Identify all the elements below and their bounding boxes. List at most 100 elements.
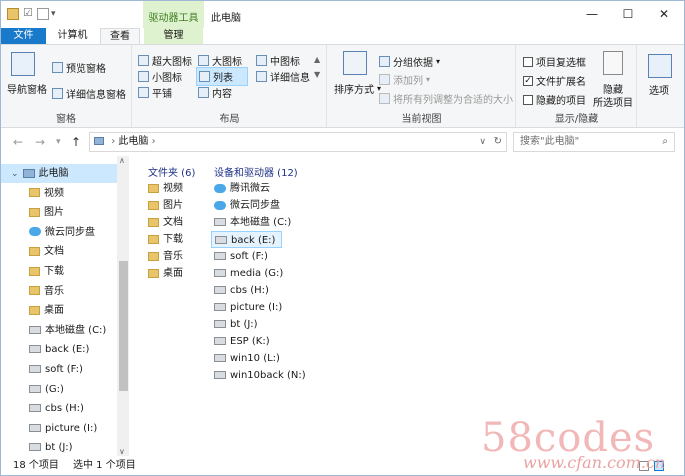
layout-list[interactable]: 列表 bbox=[196, 67, 248, 86]
selected-items-button[interactable]: 所选项目 bbox=[593, 94, 633, 109]
nav-item[interactable]: 桌面 bbox=[1, 301, 117, 320]
drive-item[interactable]: back (E:) bbox=[211, 231, 283, 248]
folder-icon[interactable] bbox=[7, 8, 19, 20]
nav-item-label: 此电脑 bbox=[38, 168, 69, 179]
drive-icon bbox=[29, 404, 41, 413]
group-options: 选项 bbox=[638, 45, 683, 127]
layout-xl-icons[interactable]: 超大图标 bbox=[138, 53, 192, 68]
tab-computer[interactable]: 计算机 bbox=[50, 28, 95, 44]
nav-item[interactable]: bt (J:) bbox=[1, 438, 117, 457]
sort-by-button[interactable]: 排序方式 ▾ bbox=[334, 81, 381, 96]
layout-large-icons[interactable]: 大图标 bbox=[198, 53, 242, 68]
drive-label: 本地磁盘 (C:) bbox=[230, 217, 292, 228]
scroll-down-icon[interactable]: ∨ bbox=[119, 447, 125, 456]
scroll-up-icon: ▲ bbox=[314, 55, 321, 64]
checkbox[interactable] bbox=[523, 94, 533, 105]
nav-item[interactable]: (G:) bbox=[1, 380, 117, 399]
nav-item[interactable]: ⌄ 此电脑 bbox=[1, 164, 117, 183]
drive-item[interactable]: bt (J:) bbox=[211, 316, 264, 333]
maximize-button[interactable]: ☐ bbox=[610, 1, 646, 27]
nav-item[interactable]: cbs (H:) bbox=[1, 399, 117, 418]
nav-item[interactable]: 微云同步盘 bbox=[1, 223, 117, 242]
group-layout: 超大图标 大图标 中图标 小图标 列表 详细信息 平铺 内容 ▲ ▼ 布局 bbox=[133, 45, 327, 127]
tab-file[interactable]: 文件 bbox=[1, 28, 46, 44]
cloud-icon bbox=[29, 227, 41, 237]
forward-arrow-icon[interactable]: → bbox=[35, 135, 45, 149]
checkbox-checked[interactable]: ✓ bbox=[523, 75, 533, 86]
nav-item[interactable]: 音乐 bbox=[1, 282, 117, 301]
drive-label: 微云同步盘 bbox=[230, 200, 280, 211]
new-folder-icon[interactable] bbox=[37, 8, 49, 20]
layout-gallery-scroll[interactable]: ▲ ▼ bbox=[314, 55, 320, 79]
tab-manage[interactable]: 管理 bbox=[144, 28, 203, 44]
close-button[interactable]: ✕ bbox=[646, 1, 682, 27]
drive-item[interactable]: soft (F:) bbox=[211, 248, 274, 265]
nav-pane-button[interactable]: 导航窗格 bbox=[7, 81, 47, 96]
nav-item[interactable]: 图片 bbox=[1, 203, 117, 222]
folder-item[interactable]: 图片 bbox=[148, 197, 183, 214]
address-input[interactable]: › 此电脑 › ∨ ↻ bbox=[89, 132, 507, 152]
search-input[interactable]: 搜索"此电脑" ⌕ bbox=[513, 132, 675, 152]
drive-item[interactable]: picture (I:) bbox=[211, 299, 288, 316]
file-extensions-toggle[interactable]: ✓ 文件扩展名 bbox=[523, 73, 586, 88]
minimize-button[interactable]: — bbox=[574, 1, 610, 27]
address-dropdown-icon[interactable]: ∨ bbox=[479, 133, 486, 151]
layout-tiles[interactable]: 平铺 bbox=[138, 85, 172, 100]
drive-item[interactable]: media (G:) bbox=[211, 265, 289, 282]
folders-header[interactable]: 文件夹 (6) bbox=[148, 164, 195, 179]
nav-item[interactable]: picture (I:) bbox=[1, 419, 117, 438]
nav-item[interactable]: 视频 bbox=[1, 184, 117, 203]
details-icon bbox=[256, 71, 267, 82]
watermark-url: www.cfan.com.cn bbox=[523, 453, 666, 472]
devices-header[interactable]: 设备和驱动器 (12) bbox=[214, 164, 298, 179]
folder-item[interactable]: 下载 bbox=[148, 231, 183, 248]
recent-locations-icon[interactable]: ▾ bbox=[56, 137, 61, 147]
group-by-button[interactable]: 分组依据 ▾ bbox=[379, 54, 440, 69]
nav-item-label: 本地磁盘 (C:) bbox=[45, 324, 107, 336]
folder-item[interactable]: 文档 bbox=[148, 214, 183, 231]
checkbox[interactable] bbox=[523, 56, 533, 67]
layout-content[interactable]: 内容 bbox=[198, 85, 232, 100]
folder-icon bbox=[29, 266, 40, 276]
layout-details[interactable]: 详细信息 bbox=[256, 69, 310, 84]
search-icon: ⌕ bbox=[662, 136, 668, 147]
nav-item[interactable]: 下载 bbox=[1, 262, 117, 281]
properties-icon[interactable]: ☑ bbox=[23, 7, 35, 20]
breadcrumb-chevron-icon[interactable]: › bbox=[152, 136, 156, 147]
nav-item-label: back (E:) bbox=[45, 344, 90, 356]
nav-item[interactable]: soft (F:) bbox=[1, 360, 117, 379]
customize-qat-icon[interactable]: ▾ bbox=[51, 8, 63, 20]
drive-item[interactable]: 腾讯微云 bbox=[211, 180, 276, 197]
folder-item[interactable]: 视频 bbox=[148, 180, 183, 197]
item-checkboxes-toggle[interactable]: 项目复选框 bbox=[523, 54, 586, 69]
drive-item[interactable]: 微云同步盘 bbox=[211, 197, 286, 214]
nav-item[interactable]: 本地磁盘 (C:) bbox=[1, 321, 117, 340]
back-arrow-icon[interactable]: ← bbox=[13, 135, 23, 149]
layout-small-icons[interactable]: 小图标 bbox=[138, 69, 182, 84]
folder-item[interactable]: 音乐 bbox=[148, 248, 183, 265]
tab-view[interactable]: 查看 bbox=[100, 28, 140, 45]
drive-item[interactable]: win10back (N:) bbox=[211, 367, 312, 384]
preview-pane-button[interactable]: 预览窗格 bbox=[52, 60, 106, 75]
nav-item[interactable]: 文档 bbox=[1, 242, 117, 261]
up-arrow-icon[interactable]: ↑ bbox=[71, 135, 81, 149]
options-button[interactable]: 选项 bbox=[649, 82, 669, 97]
details-pane-button[interactable]: 详细信息窗格 bbox=[52, 86, 126, 101]
drive-item[interactable]: cbs (H:) bbox=[211, 282, 275, 299]
nav-item[interactable]: back (E:) bbox=[1, 340, 117, 359]
folder-item[interactable]: 桌面 bbox=[148, 265, 183, 282]
address-bar-row: ← → ▾ ↑ › 此电脑 › ∨ ↻ 搜索"此电脑" ⌕ bbox=[1, 129, 684, 155]
nav-scroll-thumb[interactable] bbox=[119, 261, 128, 391]
fit-columns-button[interactable]: 将所有列调整为合适的大小 bbox=[379, 91, 513, 106]
drive-item[interactable]: win10 (L:) bbox=[211, 350, 286, 367]
refresh-icon[interactable]: ↻ bbox=[494, 133, 502, 151]
drive-item[interactable]: 本地磁盘 (C:) bbox=[211, 214, 297, 231]
preview-pane-icon bbox=[52, 62, 63, 73]
add-column-button[interactable]: 添加列 ▾ bbox=[379, 72, 430, 87]
scroll-up-icon[interactable]: ∧ bbox=[119, 156, 125, 165]
breadcrumb-this-pc[interactable]: 此电脑 bbox=[118, 136, 148, 147]
expand-icon[interactable]: ⌄ bbox=[11, 169, 19, 179]
drive-item[interactable]: ESP (K:) bbox=[211, 333, 276, 350]
layout-medium-icons[interactable]: 中图标 bbox=[256, 53, 300, 68]
hidden-items-toggle[interactable]: 隐藏的项目 bbox=[523, 92, 586, 107]
